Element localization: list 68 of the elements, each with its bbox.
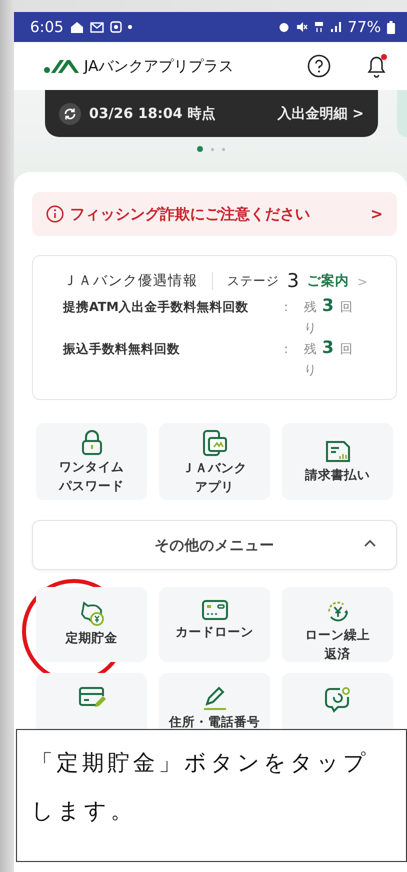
battery-icon	[387, 20, 395, 34]
alarm-icon	[278, 21, 290, 33]
lock-icon	[80, 430, 102, 456]
notification-chat-icon	[324, 685, 352, 713]
chevron-icon: >	[370, 205, 383, 223]
count-unit: 回	[340, 340, 353, 358]
signal-icon	[330, 21, 342, 33]
benefits-title: ＪＡバンク優遇情報	[63, 272, 198, 290]
benefit-label: 提携ATM入出金手数料無料回数	[63, 298, 250, 316]
menu-tile[interactable]: 定期貯金	[36, 587, 147, 662]
tile-label: ワンタイム	[59, 458, 124, 474]
benefit-label: 振込手数料無料回数	[63, 340, 181, 358]
instruction-text: 「定期貯金」ボタンをタップします。	[31, 750, 370, 826]
home-icon	[70, 20, 84, 34]
logo-icon	[44, 58, 80, 74]
tile-label: 定期貯金	[66, 630, 118, 646]
notification-bell-icon[interactable]	[365, 53, 389, 79]
next-card-edge	[397, 90, 407, 137]
quick-menu-tile[interactable]: ＪＡバンク アプリ	[159, 423, 270, 500]
update-timestamp: 03/26 18:04 時点	[89, 104, 216, 122]
network-icon	[314, 21, 324, 33]
phone-app-icon	[200, 428, 228, 456]
remaining-prefix: 残	[304, 298, 318, 316]
card-edit-icon	[78, 685, 106, 709]
count-unit: 回	[340, 298, 353, 316]
mail-icon	[90, 22, 104, 32]
tile-label: アプリ	[195, 478, 234, 494]
carousel-dot[interactable]	[196, 146, 202, 152]
help-icon[interactable]	[307, 54, 331, 78]
quick-menu-tile[interactable]: ワンタイム パスワード	[36, 423, 147, 500]
menu-tile[interactable]: カードローン	[159, 587, 270, 662]
alert-text: フィッシング詐欺にご注意ください	[70, 204, 311, 224]
menu-tile[interactable]: ローン繰上 返済	[282, 587, 393, 662]
phishing-alert-banner[interactable]: フィッシング詐欺にご注意ください >	[32, 192, 397, 236]
info-icon	[46, 205, 64, 223]
remaining-count: 3	[322, 338, 334, 359]
refresh-icon[interactable]	[59, 102, 81, 124]
tile-label: ＪＡバンク	[182, 460, 247, 476]
status-time: 6:05	[30, 18, 64, 36]
guide-link[interactable]: ご案内	[307, 272, 350, 290]
invoice-icon	[324, 440, 352, 464]
credit-card-icon	[200, 599, 228, 621]
tile-label: パスワード	[59, 478, 124, 494]
tile-label: カードローン	[176, 624, 254, 640]
colon: :	[282, 340, 290, 358]
remaining-prefix: 残	[304, 340, 318, 358]
tile-label: 返済	[324, 646, 350, 662]
other-menu-toggle[interactable]: その他のメニュー	[32, 520, 397, 570]
carousel-dot[interactable]	[210, 148, 214, 150]
tile-label: 請求書払い	[305, 467, 370, 483]
tile-label: ローン繰上	[305, 627, 370, 643]
quick-menu-tile[interactable]: 請求書払い	[282, 423, 393, 500]
menu-title: その他のメニュー	[154, 536, 274, 554]
stage-value: 3	[287, 270, 300, 292]
carousel-dot[interactable]	[222, 148, 224, 150]
battery-percent: 77%	[348, 18, 381, 36]
app-title: JAバンクアプリプラス	[84, 56, 234, 76]
colon: :	[282, 298, 290, 316]
remaining-suffix: り	[304, 361, 318, 379]
chevron-icon: >	[357, 274, 368, 288]
remaining-count: 3	[322, 296, 334, 317]
image-icon	[110, 21, 122, 33]
stage-label: ステージ	[227, 272, 279, 290]
transaction-details-link[interactable]: 入出金明細 >	[277, 104, 364, 122]
dot-icon	[128, 25, 132, 29]
remaining-suffix: り	[304, 319, 318, 337]
tile-label: 住所・電話番号	[169, 714, 260, 730]
mute-icon	[296, 21, 308, 33]
